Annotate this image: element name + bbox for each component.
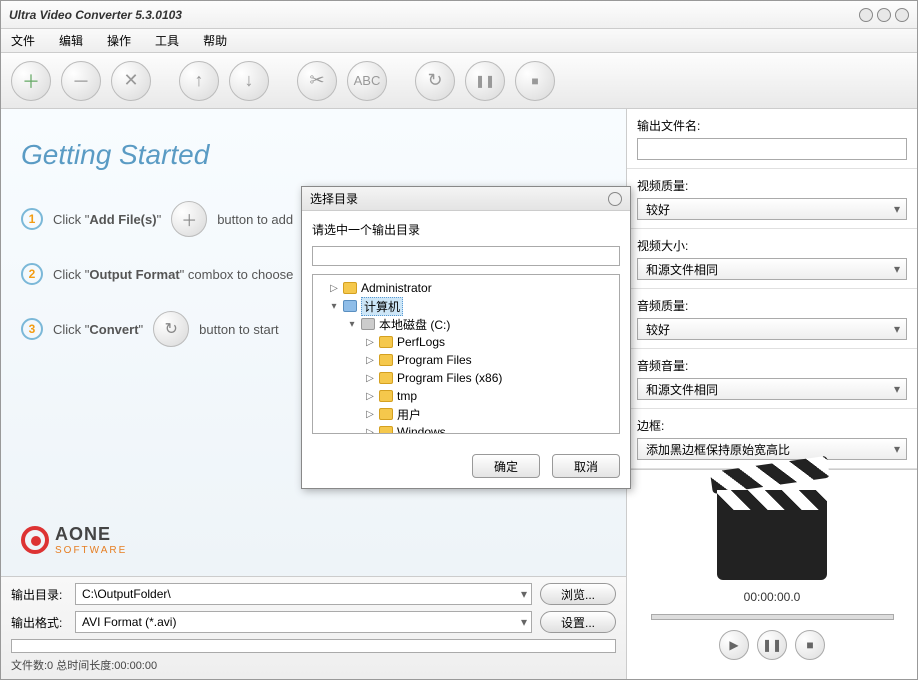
bottom-panel: 输出目录: C:\OutputFolder\ 浏览... 输出格式: AVI F…: [1, 576, 626, 679]
progress-bar: [11, 639, 616, 653]
menubar: 文件 编辑 操作 工具 帮助: [1, 29, 917, 53]
menu-help[interactable]: 帮助: [203, 32, 227, 49]
brand-logo: AONE SOFTWARE: [21, 524, 127, 556]
border-label: 边框:: [637, 417, 907, 434]
move-down-button[interactable]: ↓: [229, 61, 269, 101]
folder-icon: [379, 336, 393, 348]
preview-stop-button[interactable]: ■: [795, 630, 825, 660]
tree-node-computer[interactable]: ▾计算机: [317, 297, 615, 315]
dialog-close-button[interactable]: [608, 192, 622, 206]
computer-icon: [343, 300, 357, 312]
tree-node-folder[interactable]: ▷Program Files: [317, 351, 615, 369]
audio-quality-combo[interactable]: 较好: [637, 318, 907, 340]
preview-panel: 00:00:00.0 ▶ ❚❚ ■: [627, 469, 917, 679]
tree-node-disk[interactable]: ▾本地磁盘 (C:): [317, 315, 615, 333]
add-icon: ＋: [171, 201, 207, 237]
menu-action[interactable]: 操作: [107, 32, 131, 49]
folder-icon: [379, 372, 393, 384]
output-name-label: 输出文件名:: [637, 117, 907, 134]
video-quality-label: 视频质量:: [637, 177, 907, 194]
output-name-input[interactable]: [637, 138, 907, 160]
audio-volume-label: 音频音量:: [637, 357, 907, 374]
step-number-2: 2: [21, 263, 43, 285]
disk-icon: [361, 318, 375, 330]
play-button[interactable]: ▶: [719, 630, 749, 660]
folder-icon: [379, 426, 393, 434]
dialog-ok-button[interactable]: 确定: [472, 454, 540, 478]
move-up-button[interactable]: ↑: [179, 61, 219, 101]
folder-icon: [379, 408, 393, 420]
toolbar: ＋ － ✕ ↑ ↓ ✂ ABC ↻ ❚❚ ■: [1, 53, 917, 109]
menu-edit[interactable]: 编辑: [59, 32, 83, 49]
folder-icon: [379, 390, 393, 402]
titlebar: Ultra Video Converter 5.3.0103: [1, 1, 917, 29]
audio-volume-combo[interactable]: 和源文件相同: [637, 378, 907, 400]
close-button[interactable]: [895, 8, 909, 22]
menu-tools[interactable]: 工具: [155, 32, 179, 49]
output-dir-label: 输出目录:: [11, 586, 67, 603]
dialog-prompt: 请选中一个输出目录: [312, 221, 620, 238]
tree-node-folder[interactable]: ▷Windows: [317, 423, 615, 434]
status-text: 文件数:0 总时间长度:00:00:00: [11, 657, 616, 673]
getting-started-heading: Getting Started: [21, 139, 606, 171]
convert-icon: ↻: [153, 311, 189, 347]
audio-quality-label: 音频质量:: [637, 297, 907, 314]
clear-button[interactable]: ✕: [111, 61, 151, 101]
video-quality-combo[interactable]: 较好: [637, 198, 907, 220]
menu-file[interactable]: 文件: [11, 32, 35, 49]
rename-button[interactable]: ABC: [347, 61, 387, 101]
dialog-title: 选择目录: [310, 190, 608, 207]
dialog-cancel-button[interactable]: 取消: [552, 454, 620, 478]
select-directory-dialog: 选择目录 请选中一个输出目录 ▷Administrator ▾计算机 ▾本地磁盘…: [301, 186, 631, 489]
tree-node-admin[interactable]: ▷Administrator: [317, 279, 615, 297]
maximize-button[interactable]: [877, 8, 891, 22]
browse-button[interactable]: 浏览...: [540, 583, 616, 605]
video-size-label: 视频大小:: [637, 237, 907, 254]
preview-pause-button[interactable]: ❚❚: [757, 630, 787, 660]
video-size-combo[interactable]: 和源文件相同: [637, 258, 907, 280]
output-format-label: 输出格式:: [11, 614, 67, 631]
preview-slider[interactable]: [651, 614, 894, 620]
output-format-combo[interactable]: AVI Format (*.avi): [75, 611, 532, 633]
folder-tree[interactable]: ▷Administrator ▾计算机 ▾本地磁盘 (C:) ▷PerfLogs…: [312, 274, 620, 434]
tree-node-folder[interactable]: ▷用户: [317, 405, 615, 423]
aone-logo-icon: [21, 526, 49, 554]
pause-button[interactable]: ❚❚: [465, 61, 505, 101]
folder-icon: [379, 354, 393, 366]
remove-button[interactable]: －: [61, 61, 101, 101]
settings-button[interactable]: 设置...: [540, 611, 616, 633]
convert-button[interactable]: ↻: [415, 61, 455, 101]
minimize-button[interactable]: [859, 8, 873, 22]
step-number-3: 3: [21, 318, 43, 340]
tree-node-folder[interactable]: ▷PerfLogs: [317, 333, 615, 351]
tree-node-folder[interactable]: ▷tmp: [317, 387, 615, 405]
window-title: Ultra Video Converter 5.3.0103: [9, 8, 859, 22]
preview-time: 00:00:00.0: [744, 590, 801, 604]
folder-icon: [343, 282, 357, 294]
add-button[interactable]: ＋: [11, 61, 51, 101]
output-dir-combo[interactable]: C:\OutputFolder\: [75, 583, 532, 605]
dialog-path-input[interactable]: [312, 246, 620, 266]
cut-button[interactable]: ✂: [297, 61, 337, 101]
border-combo[interactable]: 添加黑边框保持原始宽高比: [637, 438, 907, 460]
tree-node-folder[interactable]: ▷Program Files (x86): [317, 369, 615, 387]
step-number-1: 1: [21, 208, 43, 230]
stop-button[interactable]: ■: [515, 61, 555, 101]
clapperboard-icon: [717, 490, 827, 580]
